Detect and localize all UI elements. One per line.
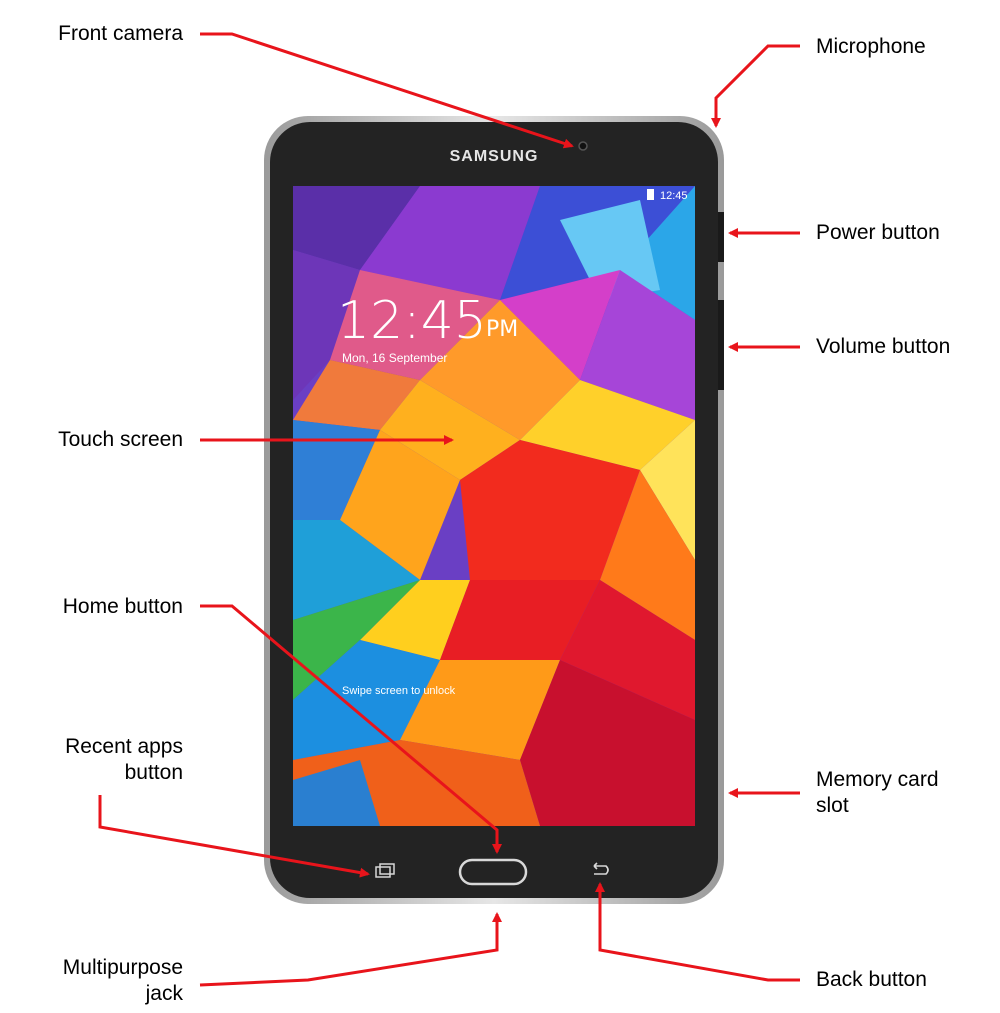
label-recent-apps-line1: Recent apps bbox=[65, 735, 183, 758]
label-back-button: Back button bbox=[816, 968, 927, 991]
arrow-microphone bbox=[711, 44, 800, 128]
tablet-diagram: SAMSUNG 12:45 12:45 PM Mon, 16 September… bbox=[98, 32, 800, 987]
status-time: 12:45 bbox=[660, 190, 688, 202]
arrow-multipurpose-jack bbox=[199, 912, 502, 987]
battery-icon bbox=[647, 189, 654, 200]
power-key bbox=[718, 212, 724, 262]
label-power-button: Power button bbox=[816, 221, 940, 244]
label-front-camera: Front camera bbox=[58, 22, 183, 45]
label-multipurpose-line1: Multipurpose bbox=[62, 956, 183, 979]
label-microphone: Microphone bbox=[816, 35, 926, 58]
label-multipurpose-line2: jack bbox=[145, 982, 183, 1005]
label-memory-card-line1: Memory card bbox=[816, 768, 939, 791]
label-volume-button: Volume button bbox=[816, 335, 951, 358]
touch-screen-display[interactable] bbox=[293, 186, 695, 826]
lock-time: 12:45 bbox=[337, 291, 487, 351]
label-home-button: Home button bbox=[62, 595, 183, 618]
label-recent-apps-line2: button bbox=[124, 761, 183, 784]
label-memory-card-line2: slot bbox=[816, 794, 849, 817]
unlock-hint: Swipe screen to unlock bbox=[342, 685, 456, 697]
front-camera-lens bbox=[578, 141, 588, 151]
lock-date: Mon, 16 September bbox=[342, 351, 447, 365]
label-touch-screen: Touch screen bbox=[58, 428, 183, 451]
lock-ampm: PM bbox=[486, 317, 518, 342]
volume-key bbox=[718, 300, 724, 390]
brand-logo: SAMSUNG bbox=[450, 148, 539, 165]
